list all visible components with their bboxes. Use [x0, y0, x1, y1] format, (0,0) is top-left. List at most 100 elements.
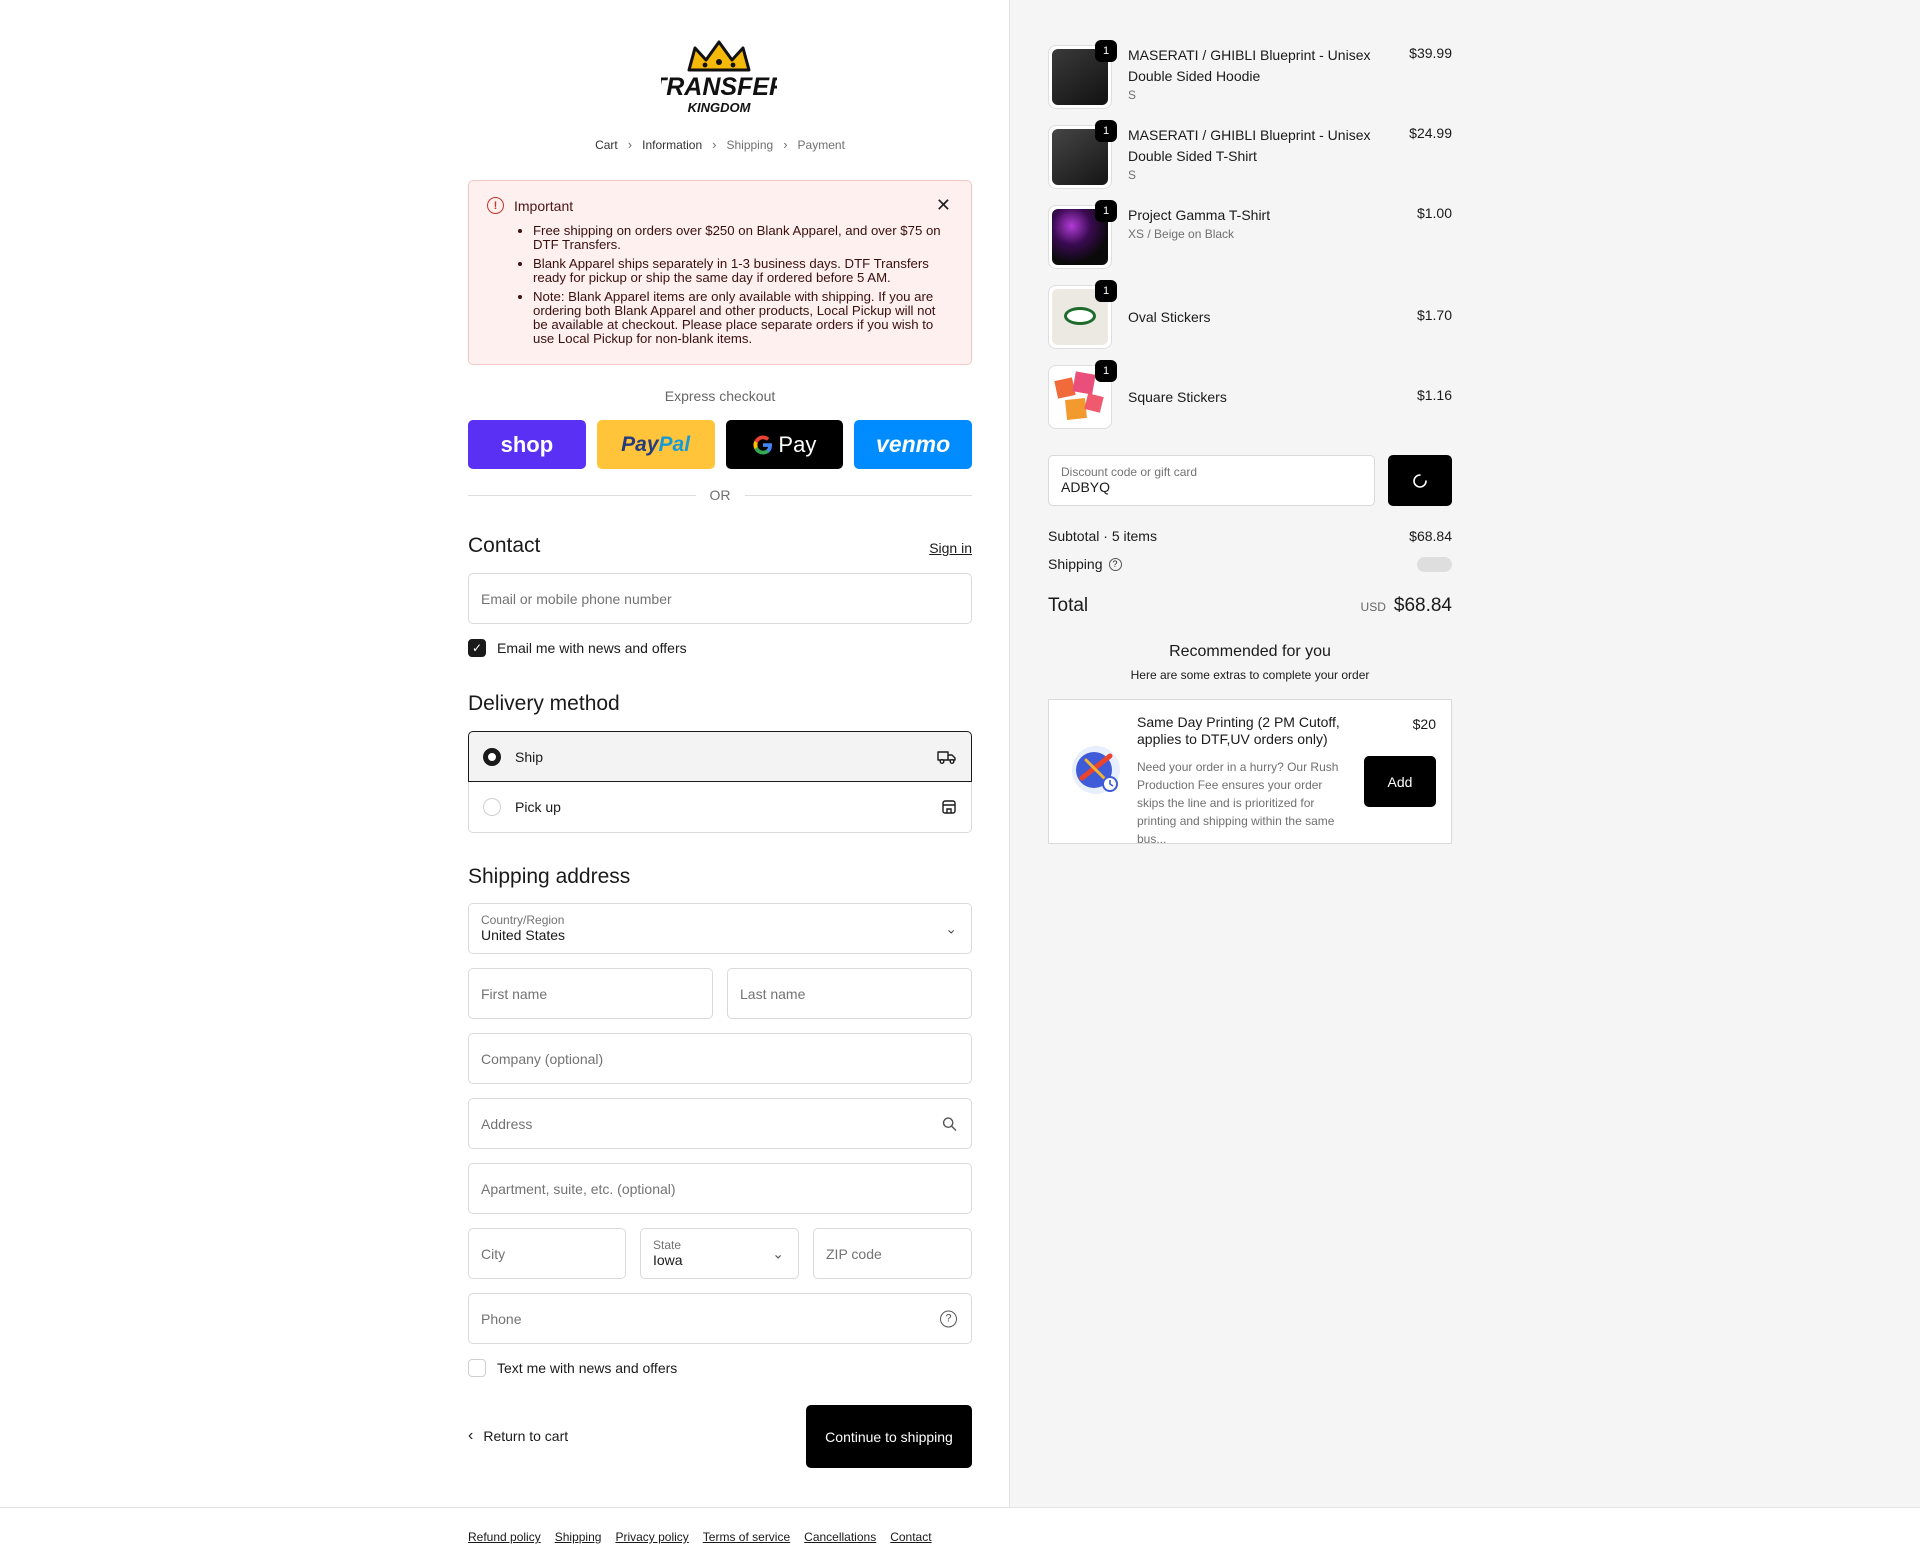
contact-heading: Contact — [468, 534, 541, 557]
zip-placeholder: ZIP code — [826, 1245, 882, 1262]
recommended-product-title: Same Day Printing (2 PM Cutoff, applies … — [1137, 714, 1340, 747]
footer-link-terms[interactable]: Terms of service — [703, 1530, 790, 1544]
ship-radio[interactable] — [483, 747, 501, 766]
text-news-label: Text me with news and offers — [497, 1360, 678, 1376]
quantity-badge: 1 — [1095, 200, 1117, 222]
shipping-label: Shipping — [1048, 556, 1103, 572]
item-variant: S — [1128, 88, 1137, 102]
breadcrumb-shipping: Shipping — [726, 137, 774, 152]
help-icon[interactable]: ? — [1108, 557, 1122, 571]
recommended-subtitle: Here are some extras to complete your or… — [1130, 668, 1370, 682]
return-to-cart-link[interactable]: ‹ Return to cart — [468, 1427, 568, 1445]
delivery-options: Ship Pick up — [468, 731, 972, 833]
item-price: $1.70 — [1416, 307, 1452, 323]
state-value: Iowa — [653, 1252, 683, 1268]
important-banner: ! Important ✕ Free shipping on orders ov… — [468, 180, 972, 365]
item-price: $1.16 — [1416, 387, 1452, 403]
footer-divider — [0, 1507, 1920, 1508]
apartment-field[interactable]: Apartment, suite, etc. (optional) — [468, 1163, 972, 1214]
discount-code-field[interactable]: Discount code or gift card ADBYQ — [1048, 455, 1375, 506]
item-name: Oval Stickers — [1128, 309, 1211, 325]
venmo-button[interactable]: venmo — [854, 420, 972, 469]
company-field[interactable]: Company (optional) — [468, 1033, 972, 1084]
email-placeholder: Email or mobile phone number — [481, 590, 672, 607]
close-icon[interactable]: ✕ — [936, 196, 951, 214]
spinner-icon — [1413, 473, 1427, 488]
product-thumbnail: 1 — [1048, 280, 1117, 349]
state-select[interactable]: State Iowa ⌄ — [640, 1228, 799, 1279]
or-divider: OR — [468, 487, 972, 503]
add-recommended-button[interactable]: Add — [1364, 756, 1436, 807]
paypal-button[interactable]: Pay Pal — [596, 420, 715, 469]
chevron-down-icon: ⌄ — [945, 920, 957, 936]
email-news-checkbox-row[interactable]: ✓ Email me with news and offers — [468, 639, 687, 657]
email-news-label: Email me with news and offers — [497, 640, 687, 656]
recommended-product-card: Same Day Printing (2 PM Cutoff, applies … — [1048, 699, 1452, 846]
breadcrumb-cart[interactable]: Cart — [595, 138, 618, 152]
google-g-icon — [753, 434, 773, 455]
breadcrumb-payment: Payment — [797, 137, 845, 152]
product-thumbnail: 1 — [1048, 120, 1117, 189]
apartment-placeholder: Apartment, suite, etc. (optional) — [481, 1180, 676, 1197]
total-value: $68.84 — [1393, 595, 1452, 616]
item-name: MASERATI / GHIBLI Blueprint - Unisex Dou… — [1128, 127, 1371, 164]
truck-icon — [937, 750, 956, 764]
cart-item: 1 MASERATI / GHIBLI Blueprint - Unisex D… — [1048, 120, 1452, 189]
footer-link-shipping[interactable]: Shipping — [555, 1530, 602, 1544]
store-logo[interactable]: TRANSFER KINGDOM — [661, 40, 777, 118]
shop-pay-button[interactable]: shop — [468, 420, 586, 469]
quantity-badge: 1 — [1095, 120, 1117, 142]
banner-item: Note: Blank Apparel items are only avail… — [533, 290, 953, 346]
apply-discount-button[interactable] — [1388, 455, 1452, 506]
banner-item: Free shipping on orders over $250 on Bla… — [533, 224, 953, 252]
breadcrumb: Cart › Information › Shipping › Payment — [468, 137, 972, 152]
footer-link-contact[interactable]: Contact — [890, 1530, 931, 1544]
city-field[interactable]: City — [468, 1228, 626, 1279]
quantity-badge: 1 — [1095, 360, 1117, 382]
product-thumbnail: 1 — [1048, 360, 1117, 429]
banner-list: Free shipping on orders over $250 on Bla… — [533, 224, 953, 346]
chevron-right-icon: › — [627, 137, 633, 152]
or-text: OR — [709, 487, 731, 503]
text-news-checkbox[interactable] — [468, 1359, 486, 1377]
email-news-checkbox[interactable]: ✓ — [468, 639, 486, 657]
text-news-checkbox-row[interactable]: Text me with news and offers — [468, 1359, 677, 1377]
delivery-option-ship[interactable]: Ship — [468, 731, 972, 782]
country-select[interactable]: Country/Region United States ⌄ — [468, 903, 972, 954]
shipping-loading-placeholder — [1417, 556, 1452, 572]
quantity-badge: 1 — [1095, 40, 1117, 62]
chevron-right-icon: › — [783, 137, 788, 152]
footer-link-cancellations[interactable]: Cancellations — [804, 1530, 876, 1544]
address-field[interactable]: Address — [468, 1098, 972, 1149]
item-name: Square Stickers — [1128, 389, 1227, 405]
delivery-heading: Delivery method — [468, 692, 620, 715]
shipping-row: Shipping ? — [1048, 556, 1452, 572]
sign-in-link[interactable]: Sign in — [929, 540, 972, 556]
ship-label: Ship — [515, 748, 544, 765]
item-variant: S — [1128, 168, 1137, 182]
cart-item: 1 Oval Stickers $1.70 — [1048, 280, 1452, 349]
quantity-badge: 1 — [1095, 280, 1117, 302]
item-variant: XS / Beige on Black — [1128, 227, 1235, 241]
search-icon[interactable] — [942, 1116, 957, 1131]
pickup-radio[interactable] — [483, 798, 501, 816]
cart-item: 1 MASERATI / GHIBLI Blueprint - Unisex D… — [1048, 40, 1452, 109]
first-name-field[interactable]: First name — [468, 968, 713, 1019]
email-field[interactable]: Email or mobile phone number — [468, 573, 972, 624]
cart-item: 1 Square Stickers $1.16 — [1048, 360, 1452, 429]
address-placeholder: Address — [481, 1115, 533, 1132]
delivery-option-pickup[interactable]: Pick up — [468, 782, 972, 833]
help-icon[interactable]: ? — [940, 1310, 957, 1327]
last-name-field[interactable]: Last name — [727, 968, 972, 1019]
footer-link-privacy[interactable]: Privacy policy — [615, 1530, 688, 1544]
continue-to-shipping-button[interactable]: Continue to shipping — [806, 1405, 972, 1468]
item-name: Project Gamma T-Shirt — [1128, 207, 1271, 223]
google-pay-button[interactable]: Pay — [725, 420, 844, 469]
chevron-right-icon: › — [712, 137, 717, 152]
total-label: Total — [1048, 595, 1089, 616]
zip-field[interactable]: ZIP code — [813, 1228, 972, 1279]
footer-link-refund[interactable]: Refund policy — [468, 1530, 541, 1544]
total-row: Total USD $68.84 — [1048, 595, 1452, 617]
phone-field[interactable]: Phone ? — [468, 1293, 972, 1344]
first-name-placeholder: First name — [481, 985, 548, 1002]
